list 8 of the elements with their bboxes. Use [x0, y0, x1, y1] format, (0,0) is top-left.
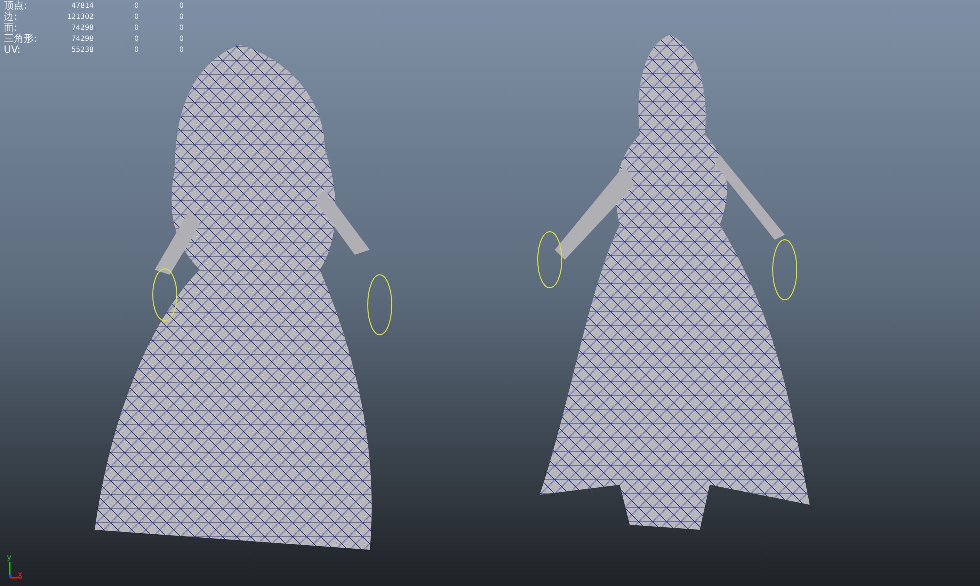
- stat-label: 边:: [4, 12, 18, 23]
- stat-label: 顶点:: [4, 1, 28, 12]
- axis-icon: [9, 562, 22, 579]
- axis-label: y: [7, 553, 12, 562]
- stat-label: 三角形:: [4, 34, 38, 45]
- stat-label: UV:: [4, 45, 22, 56]
- stat-label: 面:: [4, 23, 18, 34]
- axis-label: x: [18, 570, 23, 579]
